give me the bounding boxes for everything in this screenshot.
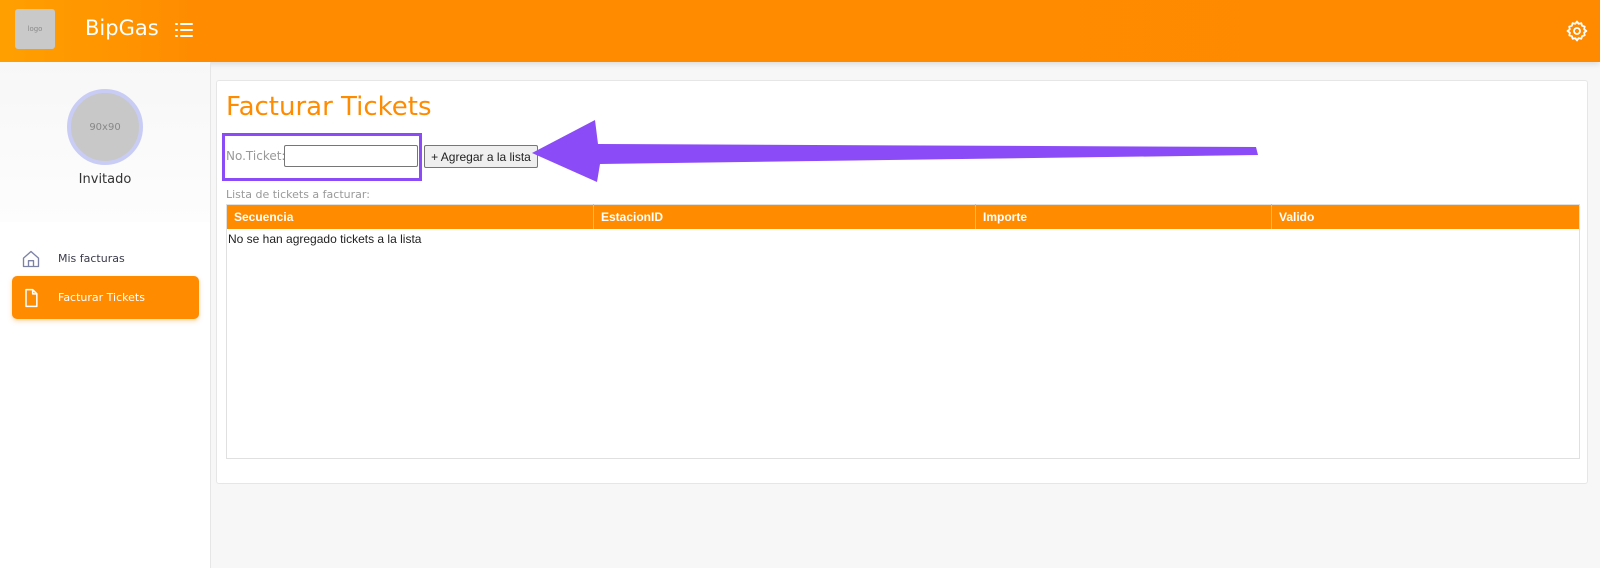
ticket-number-input[interactable] <box>284 145 418 167</box>
top-bar: logo BipGas <box>0 0 1600 62</box>
home-icon <box>20 248 42 270</box>
sidebar-item-label: Mis facturas <box>58 252 125 265</box>
column-header-valido: Valido <box>1279 209 1315 224</box>
avatar: 90x90 <box>67 89 143 165</box>
user-profile: 90x90 Invitado <box>0 62 210 222</box>
list-icon[interactable] <box>172 18 196 42</box>
user-name: Invitado <box>78 172 132 187</box>
brand-name: BipGas <box>85 16 159 40</box>
table-header-row: Secuencia EstacionID Importe Valido <box>226 204 1580 229</box>
sidebar-item-facturar-tickets[interactable]: Facturar Tickets <box>12 276 199 319</box>
column-header-importe: Importe <box>975 204 1272 229</box>
table-row: No se han agregado tickets a la lista <box>227 229 1580 459</box>
sidebar-item-label: Facturar Tickets <box>58 291 145 304</box>
sidebar-item-mis-facturas[interactable]: Mis facturas <box>12 237 199 280</box>
document-icon <box>20 287 42 309</box>
list-label: Lista de tickets a facturar: <box>226 188 370 201</box>
main-card: Facturar Tickets No.Ticket: + Agregar a … <box>216 80 1588 484</box>
logo: logo <box>15 9 55 49</box>
add-to-list-button[interactable]: + Agregar a la lista <box>424 145 538 168</box>
gear-icon[interactable] <box>1565 19 1589 43</box>
column-header-secuencia: Secuencia <box>226 204 594 229</box>
tickets-table: Secuencia EstacionID Importe Valido No s… <box>226 204 1580 459</box>
column-header-estacionid: EstacionID <box>593 204 976 229</box>
sidebar: 90x90 Invitado Mis facturas Facturar Tic… <box>0 62 211 568</box>
ticket-label: No.Ticket: <box>226 149 286 163</box>
empty-table-message: No se han agregado tickets a la lista <box>228 231 422 246</box>
page-title: Facturar Tickets <box>226 92 432 122</box>
